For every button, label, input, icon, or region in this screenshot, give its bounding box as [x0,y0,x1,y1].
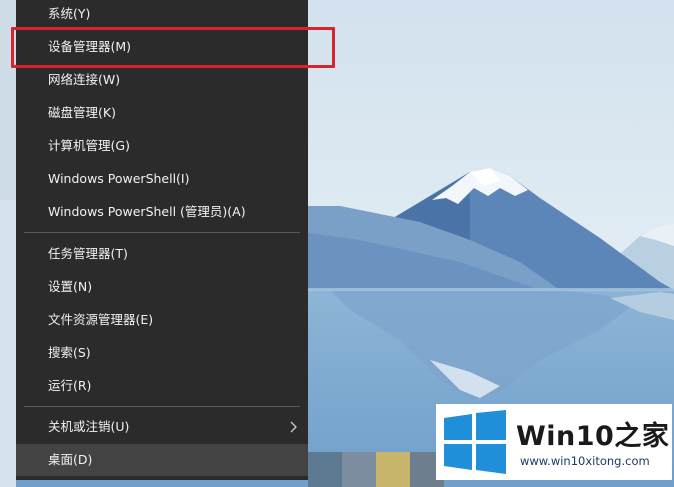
menu-item-powershell[interactable]: Windows PowerShell(I) [16,163,308,195]
menu-item-label: Windows PowerShell(I) [48,171,190,186]
taskbar-icon[interactable] [342,452,376,487]
menu-item-label: 关机或注销(U) [48,419,130,434]
menu-item-network-connections[interactable]: 网络连接(W) [16,64,308,96]
watermark-url: www.win10xitong.com [520,454,650,468]
menu-item-desktop[interactable]: 桌面(D) [16,444,308,476]
taskbar-icon[interactable] [308,452,342,487]
chevron-right-icon [290,411,298,443]
watermark-brand: Win10之家 [516,421,670,452]
menu-divider [24,406,300,407]
menu-item-computer-management[interactable]: 计算机管理(G) [16,130,308,162]
menu-item-label: 设置(N) [48,279,93,294]
taskbar-icon[interactable] [376,452,410,487]
highlight-annotation-box [11,27,335,68]
menu-item-label: 系统(Y) [48,6,91,21]
menu-item-label: 文件资源管理器(E) [48,312,154,327]
menu-item-powershell-admin[interactable]: Windows PowerShell (管理员)(A) [16,196,308,228]
menu-item-label: 运行(R) [48,378,92,393]
menu-item-label: 计算机管理(G) [48,138,130,153]
windows-logo-icon [444,410,506,474]
menu-item-search[interactable]: 搜索(S) [16,337,308,369]
menu-item-label: 任务管理器(T) [48,246,128,261]
menu-item-label: 网络连接(W) [48,72,121,87]
menu-item-label: 桌面(D) [48,452,93,467]
menu-item-file-explorer[interactable]: 文件资源管理器(E) [16,304,308,336]
menu-item-system[interactable]: 系统(Y) [16,0,308,30]
menu-divider [24,232,300,233]
menu-item-label: 搜索(S) [48,345,91,360]
menu-item-label: Windows PowerShell (管理员)(A) [48,204,246,219]
winx-context-menu: 系统(Y) 设备管理器(M) 网络连接(W) 磁盘管理(K) 计算机管理(G) … [16,0,308,480]
menu-item-label: 磁盘管理(K) [48,105,116,120]
menu-item-task-manager[interactable]: 任务管理器(T) [16,238,308,270]
menu-item-shutdown[interactable]: 关机或注销(U) [16,411,308,443]
menu-item-settings[interactable]: 设置(N) [16,271,308,303]
menu-item-disk-management[interactable]: 磁盘管理(K) [16,97,308,129]
watermark: Win10之家 www.win10xitong.com [436,404,672,480]
menu-item-run[interactable]: 运行(R) [16,370,308,402]
